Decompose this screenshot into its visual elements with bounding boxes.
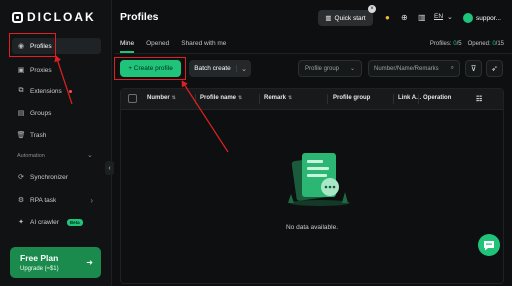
- section-automation: Automation: [17, 153, 45, 159]
- chevron-right-icon: ›: [90, 195, 93, 205]
- profile-counts: Profiles: 0/5 Opened: 0/15: [430, 41, 504, 47]
- beta-badge: Beta: [66, 218, 83, 226]
- profiles-count: Profiles: 0/5: [429, 41, 462, 47]
- batch-create-button[interactable]: Batch create ⌄: [189, 60, 251, 77]
- search-icon[interactable]: ⌕: [451, 65, 454, 72]
- select-all-checkbox[interactable]: [128, 94, 137, 103]
- profiles-icon: ◉: [17, 43, 25, 50]
- sidebar-item-label: Groups: [30, 109, 52, 117]
- rpa-icon: ⚙: [17, 197, 25, 204]
- collapse-sidebar-button[interactable]: ‹: [105, 161, 114, 175]
- arrow-right-icon: ➜: [86, 258, 93, 267]
- sidebar-item-extensions[interactable]: ⧉ Extensions: [12, 83, 101, 99]
- chevron-down-icon[interactable]: ⌄: [87, 151, 93, 159]
- filter-button[interactable]: ⊽: [465, 60, 482, 77]
- notification-dot: [68, 89, 72, 93]
- tab-opened[interactable]: Opened: [146, 40, 169, 47]
- sidebar-item-proxies[interactable]: ▣ Proxies: [12, 62, 101, 78]
- tab-mine[interactable]: Mine: [120, 40, 134, 47]
- sidebar-item-label: RPA task: [30, 196, 57, 204]
- username: suppor...: [476, 14, 501, 22]
- proxy-icon: ▣: [17, 67, 25, 74]
- upload-icon[interactable]: ⊕: [401, 13, 408, 22]
- user-menu[interactable]: suppor...: [463, 13, 501, 23]
- sidebar: DICLOAK ◉ Profiles ▣ Proxies ⧉ Extension…: [0, 0, 112, 286]
- avatar: [463, 13, 473, 23]
- divider: [115, 53, 512, 54]
- logo[interactable]: DICLOAK: [12, 10, 96, 24]
- column-profile-group: Profile group: [333, 95, 371, 101]
- sort-icon[interactable]: ⇅: [238, 95, 242, 101]
- page-title: Profiles: [120, 11, 159, 23]
- sync-icon: ⟳: [18, 174, 24, 181]
- sun-icon[interactable]: ●: [385, 13, 390, 22]
- sidebar-item-label: Synchronizer: [30, 173, 68, 181]
- column-divider: [327, 94, 328, 104]
- brand-name: DICLOAK: [27, 10, 96, 24]
- groups-icon: ▤: [17, 110, 25, 117]
- sidebar-item-label: Trash: [30, 131, 47, 139]
- sort-icon[interactable]: ⇅: [288, 95, 292, 101]
- column-number[interactable]: Number ⇅: [147, 95, 176, 101]
- sidebar-item-ai-crawler[interactable]: ✦ AI crawler Beta: [12, 214, 101, 230]
- language-select[interactable]: EN: [434, 13, 443, 20]
- plan-title: Free Plan: [20, 253, 59, 263]
- empty-state-text: No data available.: [285, 224, 339, 231]
- column-operation: Operation: [423, 95, 452, 101]
- tab-shared[interactable]: Shared with me: [181, 40, 226, 47]
- sidebar-item-label: AI crawler: [30, 218, 59, 226]
- sidebar-item-groups[interactable]: ▤ Groups: [12, 105, 101, 121]
- search-input[interactable]: Number/Name/Remarks ⌕: [368, 60, 460, 77]
- profile-group-placeholder: Profile group: [305, 65, 340, 72]
- chat-button[interactable]: [478, 234, 500, 256]
- quick-start-button[interactable]: ▥ Quick start ×: [318, 5, 376, 26]
- column-profile-name[interactable]: Profile name ⇅: [200, 95, 242, 101]
- quick-start-label: Quick start: [334, 14, 366, 22]
- sidebar-item-profiles[interactable]: ◉ Profiles: [12, 38, 101, 54]
- table-header: Number ⇅ Profile name ⇅ Remark ⇅ Profile gr…: [121, 89, 503, 110]
- sidebar-item-synchronizer[interactable]: ⟳ Synchronizer: [12, 169, 101, 185]
- search-placeholder: Number/Name/Remarks: [374, 65, 439, 72]
- book-icon: ▥: [325, 15, 332, 22]
- sidebar-item-label: Proxies: [30, 66, 52, 74]
- sidebar-item-label: Profiles: [30, 42, 52, 50]
- batch-create-label[interactable]: Batch create: [189, 65, 237, 72]
- chevron-down-icon: ⌄: [349, 66, 355, 72]
- sidebar-item-label: Extensions: [30, 87, 62, 95]
- column-settings-icon[interactable]: ☷: [476, 95, 482, 103]
- trash-icon: 🗑: [16, 132, 26, 139]
- rocket-icon: ➶: [491, 64, 498, 73]
- column-divider: [195, 94, 196, 104]
- plan-card[interactable]: Free Plan Upgrade (≈$1) ➜: [10, 247, 101, 278]
- launch-button[interactable]: ➶: [486, 60, 503, 77]
- column-remark[interactable]: Remark ⇅: [264, 95, 292, 101]
- chevron-down-icon[interactable]: ⌄: [237, 65, 251, 73]
- sort-icon[interactable]: ⇅: [172, 95, 176, 101]
- profiles-table: Number ⇅ Profile name ⇅ Remark ⇅ Profile gr…: [120, 88, 504, 284]
- logo-icon: [12, 11, 23, 23]
- plan-upgrade: Upgrade (≈$1): [20, 266, 59, 272]
- column-divider: [259, 94, 260, 104]
- profile-tabs: Mine Opened Shared with me: [120, 40, 226, 47]
- sidebar-item-rpa[interactable]: ⚙ RPA task ›: [12, 192, 101, 208]
- column-divider: [393, 94, 394, 104]
- chat-icon: [484, 240, 494, 250]
- close-icon[interactable]: ×: [368, 5, 376, 13]
- filter-icon: ⊽: [470, 64, 477, 73]
- empty-state-illustration: [288, 153, 350, 206]
- opened-count: Opened: 0/15: [467, 41, 504, 47]
- create-profile-button[interactable]: + Create profile: [120, 60, 181, 77]
- extensions-icon: ⧉: [18, 87, 24, 94]
- column-divider: [418, 94, 419, 104]
- layout-icon[interactable]: ▥: [418, 13, 426, 22]
- profile-group-select[interactable]: Profile group ⌄: [298, 60, 362, 77]
- sidebar-item-trash[interactable]: 🗑 Trash: [12, 127, 101, 143]
- ai-icon: ✦: [18, 219, 24, 226]
- chevron-down-icon[interactable]: ⌄: [447, 13, 453, 21]
